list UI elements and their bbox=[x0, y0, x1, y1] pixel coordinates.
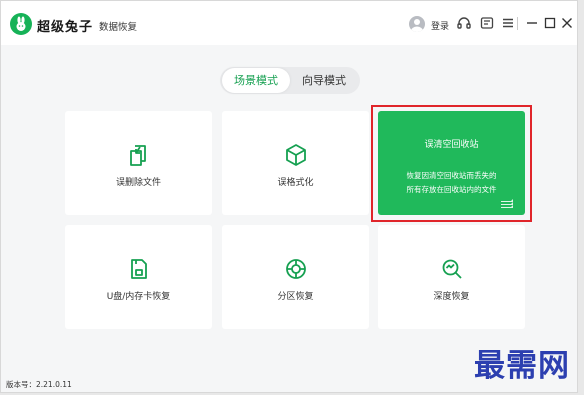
close-icon[interactable] bbox=[559, 15, 575, 31]
highlight-frame bbox=[371, 105, 532, 222]
headset-icon[interactable] bbox=[456, 15, 472, 31]
app-brand-name: 超级兔子 bbox=[37, 20, 94, 35]
watermark-text: 最需网 bbox=[474, 348, 570, 384]
card-deleted-files[interactable]: 误删除文件 bbox=[65, 111, 212, 215]
partition-icon bbox=[284, 257, 308, 281]
titlebar-divider bbox=[517, 17, 518, 30]
card-label: 误删除文件 bbox=[115, 178, 161, 188]
deep-scan-icon bbox=[440, 257, 464, 281]
tab-wizard-mode[interactable]: 向导模式 bbox=[290, 68, 358, 93]
app-subtitle: 数据恢复 bbox=[99, 22, 138, 33]
card-label: 深度恢复 bbox=[433, 292, 470, 302]
card-label: U盘/内存卡恢复 bbox=[106, 292, 171, 302]
title-bar[interactable]: 超级兔子 数据恢复 登录 bbox=[1, 1, 577, 45]
card-label: 误格式化 bbox=[277, 178, 314, 188]
tab-scene-mode[interactable]: 场景模式 bbox=[222, 68, 290, 93]
app-window: 超级兔子 数据恢复 登录 场景模式 向导模式 误删除文件 误格式化 误清空回收站… bbox=[0, 0, 578, 393]
card-formatted[interactable]: 误格式化 bbox=[222, 111, 369, 215]
restore-file-icon bbox=[127, 143, 151, 167]
version-label: 版本号：2.21.0.11 bbox=[6, 380, 72, 389]
feedback-icon[interactable] bbox=[479, 15, 495, 31]
minimize-icon[interactable] bbox=[524, 15, 540, 31]
maximize-icon[interactable] bbox=[542, 15, 558, 31]
login-link[interactable]: 登录 bbox=[431, 19, 449, 32]
user-avatar-icon[interactable] bbox=[409, 16, 425, 32]
card-usb-sd[interactable]: U盘/内存卡恢复 bbox=[65, 225, 212, 329]
cube-format-icon bbox=[284, 143, 308, 167]
card-partition[interactable]: 分区恢复 bbox=[222, 225, 369, 329]
card-label: 分区恢复 bbox=[277, 292, 314, 302]
mode-toggle: 场景模式 向导模式 bbox=[220, 67, 360, 94]
sd-card-icon bbox=[127, 257, 151, 281]
hamburger-menu-icon[interactable] bbox=[500, 15, 516, 31]
rabbit-logo-icon bbox=[10, 13, 32, 35]
card-deep-recovery[interactable]: 深度恢复 bbox=[378, 225, 525, 329]
